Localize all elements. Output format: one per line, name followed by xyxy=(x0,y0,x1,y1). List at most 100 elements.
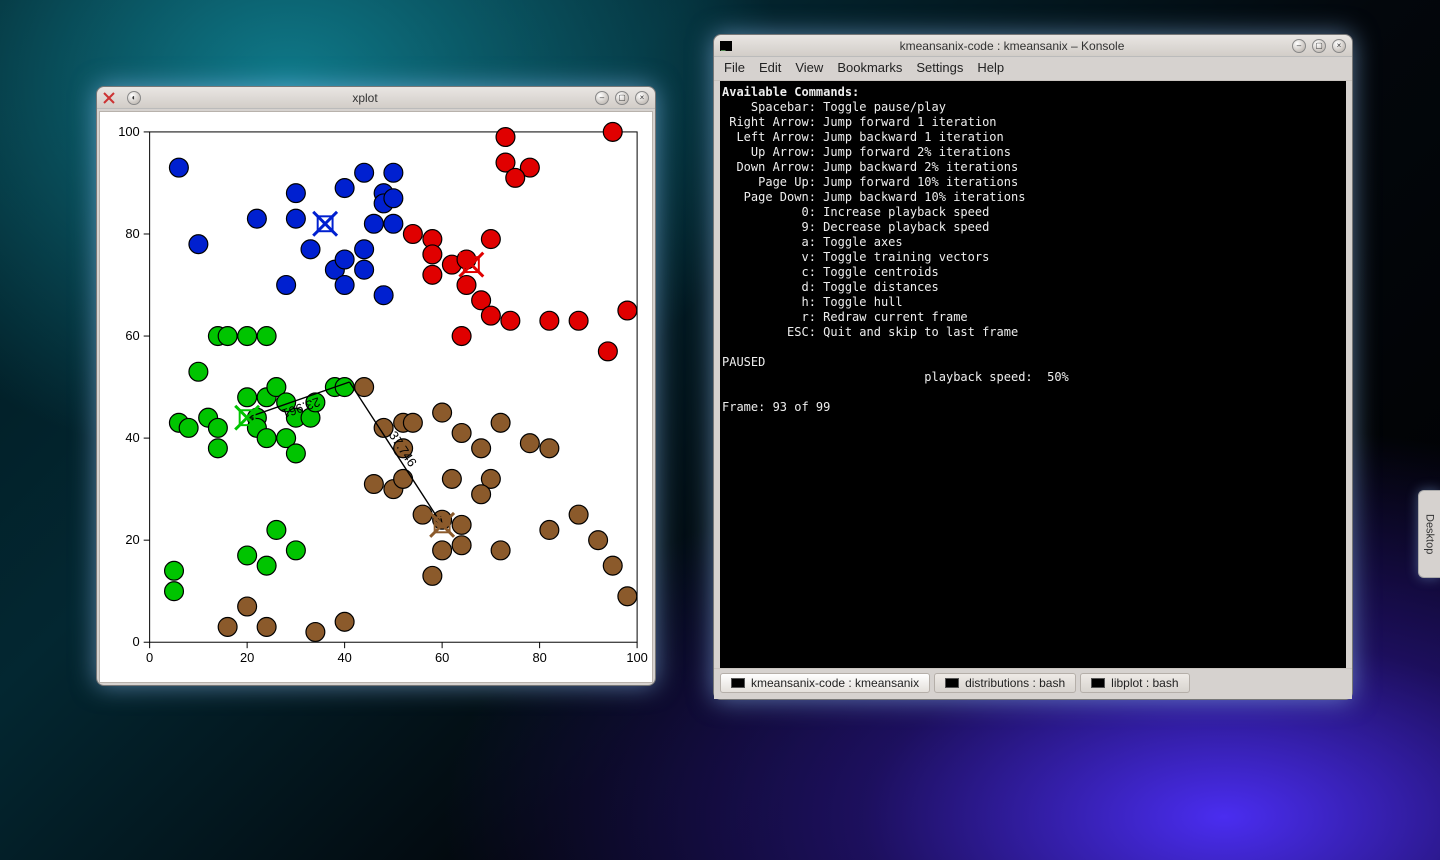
point-blue xyxy=(286,209,305,228)
point-brown xyxy=(491,413,510,432)
point-blue xyxy=(169,158,188,177)
point-blue xyxy=(335,276,354,295)
point-red xyxy=(540,311,559,330)
point-green xyxy=(189,362,208,381)
point-blue xyxy=(355,163,374,182)
svg-text:80: 80 xyxy=(125,226,139,241)
shade-button[interactable]: ◐ xyxy=(127,91,141,105)
terminal-icon xyxy=(1091,678,1105,688)
point-blue xyxy=(384,214,403,233)
svg-text:20: 20 xyxy=(125,532,139,547)
point-brown xyxy=(413,505,432,524)
point-brown xyxy=(394,469,413,488)
close-button[interactable]: × xyxy=(635,91,649,105)
menu-view[interactable]: View xyxy=(795,60,823,75)
menu-file[interactable]: File xyxy=(724,60,745,75)
terminal-icon: _ xyxy=(720,41,732,51)
menu-bookmarks[interactable]: Bookmarks xyxy=(837,60,902,75)
svg-text:40: 40 xyxy=(337,650,351,665)
point-brown xyxy=(589,531,608,550)
svg-text:20: 20 xyxy=(240,650,254,665)
point-brown xyxy=(433,541,452,560)
point-brown xyxy=(520,434,539,453)
point-red xyxy=(496,128,515,147)
point-red xyxy=(423,245,442,264)
point-brown xyxy=(306,623,325,642)
xplot-window[interactable]: ◐ xplot – ▢ × 02040608010002040608010023… xyxy=(96,86,656,686)
konsole-tabs[interactable]: kmeansanix-code : kmeansanixdistribution… xyxy=(714,668,1352,699)
xplot-title: xplot xyxy=(141,91,589,105)
point-brown xyxy=(452,424,471,443)
point-blue xyxy=(301,240,320,259)
point-red xyxy=(403,225,422,244)
svg-text:0: 0 xyxy=(133,634,140,649)
desktop-side-tab[interactable]: Desktop xyxy=(1418,490,1440,578)
point-green xyxy=(257,327,276,346)
point-blue xyxy=(355,240,374,259)
point-green xyxy=(335,378,354,397)
point-green xyxy=(208,439,227,458)
close-button[interactable]: × xyxy=(1332,39,1346,53)
point-red xyxy=(501,311,520,330)
minimize-button[interactable]: – xyxy=(595,91,609,105)
point-brown xyxy=(603,556,622,575)
point-brown xyxy=(335,612,354,631)
svg-text:_: _ xyxy=(720,42,726,51)
konsole-window[interactable]: _ kmeansanix-code : kmeansanix – Konsole… xyxy=(713,34,1353,700)
minimize-button[interactable]: – xyxy=(1292,39,1306,53)
point-blue xyxy=(355,260,374,279)
konsole-titlebar[interactable]: _ kmeansanix-code : kmeansanix – Konsole… xyxy=(714,35,1352,57)
point-blue xyxy=(364,214,383,233)
plot-canvas: 02040608010002040608010023.96137.746 xyxy=(99,111,653,683)
point-green xyxy=(218,327,237,346)
point-brown xyxy=(442,469,461,488)
point-red xyxy=(481,230,500,249)
maximize-button[interactable]: ▢ xyxy=(615,91,629,105)
menu-help[interactable]: Help xyxy=(977,60,1004,75)
menu-edit[interactable]: Edit xyxy=(759,60,781,75)
point-green xyxy=(238,388,257,407)
point-green xyxy=(267,521,286,540)
point-brown xyxy=(472,485,491,504)
point-red xyxy=(423,265,442,284)
point-brown xyxy=(218,617,237,636)
point-red xyxy=(569,311,588,330)
svg-text:0: 0 xyxy=(146,650,153,665)
point-green xyxy=(238,327,257,346)
point-blue xyxy=(335,179,354,198)
tab-libplot-bash[interactable]: libplot : bash xyxy=(1080,673,1189,693)
tab-distributions-bash[interactable]: distributions : bash xyxy=(934,673,1076,693)
point-brown xyxy=(618,587,637,606)
point-brown xyxy=(433,403,452,422)
point-brown xyxy=(423,566,442,585)
scatter-plot: 02040608010002040608010023.96137.746 xyxy=(100,112,652,682)
konsole-menubar[interactable]: File Edit View Bookmarks Settings Help xyxy=(714,57,1352,81)
maximize-button[interactable]: ▢ xyxy=(1312,39,1326,53)
point-green xyxy=(179,418,198,437)
point-blue xyxy=(286,184,305,203)
point-brown xyxy=(540,521,559,540)
point-red xyxy=(618,301,637,320)
point-red xyxy=(452,327,471,346)
svg-text:40: 40 xyxy=(125,430,139,445)
point-blue xyxy=(384,189,403,208)
point-red xyxy=(481,306,500,325)
point-green xyxy=(165,582,184,601)
point-blue xyxy=(384,163,403,182)
point-brown xyxy=(569,505,588,524)
point-brown xyxy=(364,475,383,494)
point-red xyxy=(603,122,622,141)
point-green xyxy=(257,556,276,575)
point-blue xyxy=(247,209,266,228)
xplot-titlebar[interactable]: ◐ xplot – ▢ × xyxy=(97,87,655,109)
point-blue xyxy=(189,235,208,254)
tab-kmeansanix-code-kmeansanix[interactable]: kmeansanix-code : kmeansanix xyxy=(720,673,930,693)
point-brown xyxy=(257,617,276,636)
konsole-title: kmeansanix-code : kmeansanix – Konsole xyxy=(738,39,1286,53)
point-green xyxy=(238,546,257,565)
terminal-output[interactable]: Available Commands: Spacebar: Toggle pau… xyxy=(720,81,1346,668)
point-blue xyxy=(335,250,354,269)
svg-text:100: 100 xyxy=(626,650,648,665)
menu-settings[interactable]: Settings xyxy=(916,60,963,75)
point-brown xyxy=(452,536,471,555)
